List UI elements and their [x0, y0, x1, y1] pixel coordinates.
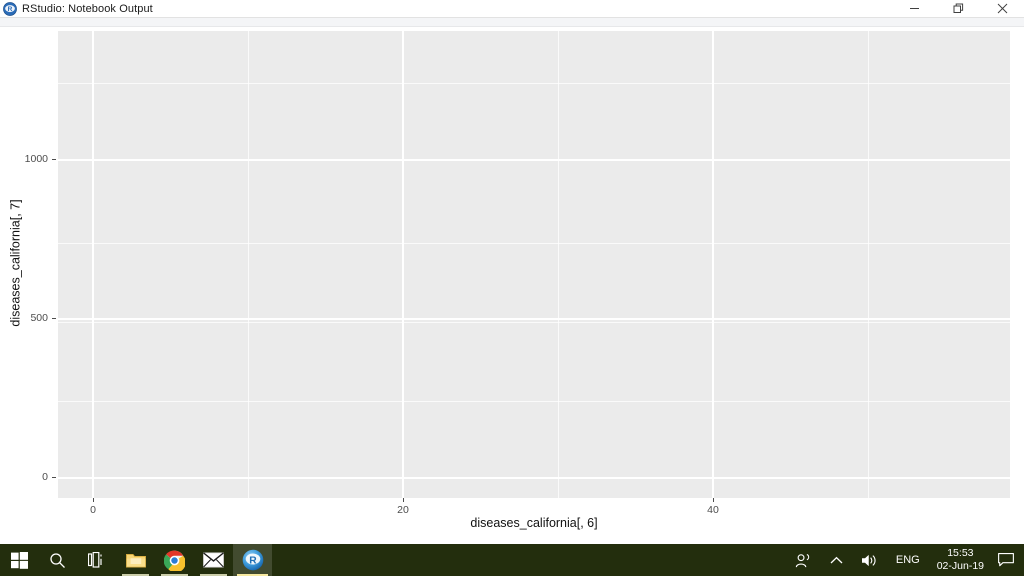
rstudio-logo-icon: R	[3, 1, 17, 16]
gridline-minor-v-50	[868, 31, 869, 498]
y-axis-title: diseases_california[, 7]	[8, 27, 24, 498]
volume-icon	[861, 554, 876, 566]
y-tick-label-0: 0	[42, 471, 48, 483]
folder-icon	[125, 553, 146, 567]
gridline-minor-v-30	[558, 31, 559, 498]
search-icon	[50, 552, 65, 568]
gridline-major-v-0	[92, 31, 94, 498]
chrome-button[interactable]	[155, 544, 194, 576]
restore-icon	[953, 3, 963, 13]
chrome-icon	[164, 550, 185, 571]
y-tick-label-1000: 1000	[24, 153, 48, 165]
x-tick-label-20: 20	[397, 504, 409, 516]
y-axis-title-text: diseases_california[, 7]	[9, 198, 23, 327]
notifications-button[interactable]	[992, 544, 1024, 576]
show-hidden-icons-button[interactable]	[821, 544, 852, 576]
svg-text:R: R	[249, 555, 257, 566]
language-indicator[interactable]: ENG	[887, 544, 929, 576]
rstudio-icon: R	[242, 549, 263, 571]
gridline-major-v-20	[402, 31, 404, 498]
notification-icon	[998, 553, 1014, 567]
minimize-button[interactable]	[892, 0, 936, 18]
system-tray: ENG 15:53 02-Jun-19	[786, 544, 1024, 576]
close-button[interactable]	[980, 0, 1024, 18]
x-tick-label-0: 0	[90, 504, 96, 516]
x-tick-mark-20	[403, 498, 404, 502]
plot-client-area: 1000 500 0 0 20 40 diseases_california[,…	[0, 27, 1024, 544]
people-button[interactable]	[786, 544, 821, 576]
search-button[interactable]	[38, 544, 77, 576]
screen: R RStudio: Notebook Output 1000 500 0 0 …	[0, 0, 1024, 576]
mail-button[interactable]	[194, 544, 233, 576]
gridline-major-v-40	[712, 31, 714, 498]
chart-panel	[58, 31, 1010, 498]
clock[interactable]: 15:53 02-Jun-19	[929, 544, 992, 576]
gridline-minor-v-10	[248, 31, 249, 498]
viewer-toolbar-strip	[0, 18, 1024, 27]
taskbar: R ENG 15:53 02-Jun-19	[0, 544, 1024, 576]
close-icon	[997, 3, 1007, 14]
clock-date: 02-Jun-19	[936, 560, 984, 572]
y-tick-label-500: 500	[30, 312, 48, 324]
y-tick-mark-500	[52, 318, 56, 319]
task-view-icon	[87, 552, 102, 568]
x-axis-title: diseases_california[, 6]	[470, 516, 598, 530]
volume-button[interactable]	[852, 544, 887, 576]
restore-button[interactable]	[936, 0, 980, 18]
rstudio-button[interactable]: R	[233, 544, 272, 576]
file-explorer-button[interactable]	[116, 544, 155, 576]
x-tick-label-40: 40	[707, 504, 719, 516]
window-titlebar: R RStudio: Notebook Output	[0, 0, 1024, 18]
chevron-up-icon	[830, 556, 843, 563]
start-button[interactable]	[0, 544, 38, 576]
svg-text:R: R	[8, 6, 13, 13]
window-title: RStudio: Notebook Output	[22, 2, 153, 15]
windows-logo-icon	[10, 551, 28, 569]
x-tick-mark-0	[93, 498, 94, 502]
y-tick-mark-0	[52, 477, 56, 478]
clock-time: 15:53	[947, 546, 974, 559]
mail-icon	[203, 552, 224, 568]
people-icon	[795, 553, 809, 567]
task-view-button[interactable]	[77, 544, 116, 576]
y-tick-mark-1000	[52, 159, 56, 160]
x-tick-mark-40	[713, 498, 714, 502]
minimize-icon	[909, 8, 919, 9]
